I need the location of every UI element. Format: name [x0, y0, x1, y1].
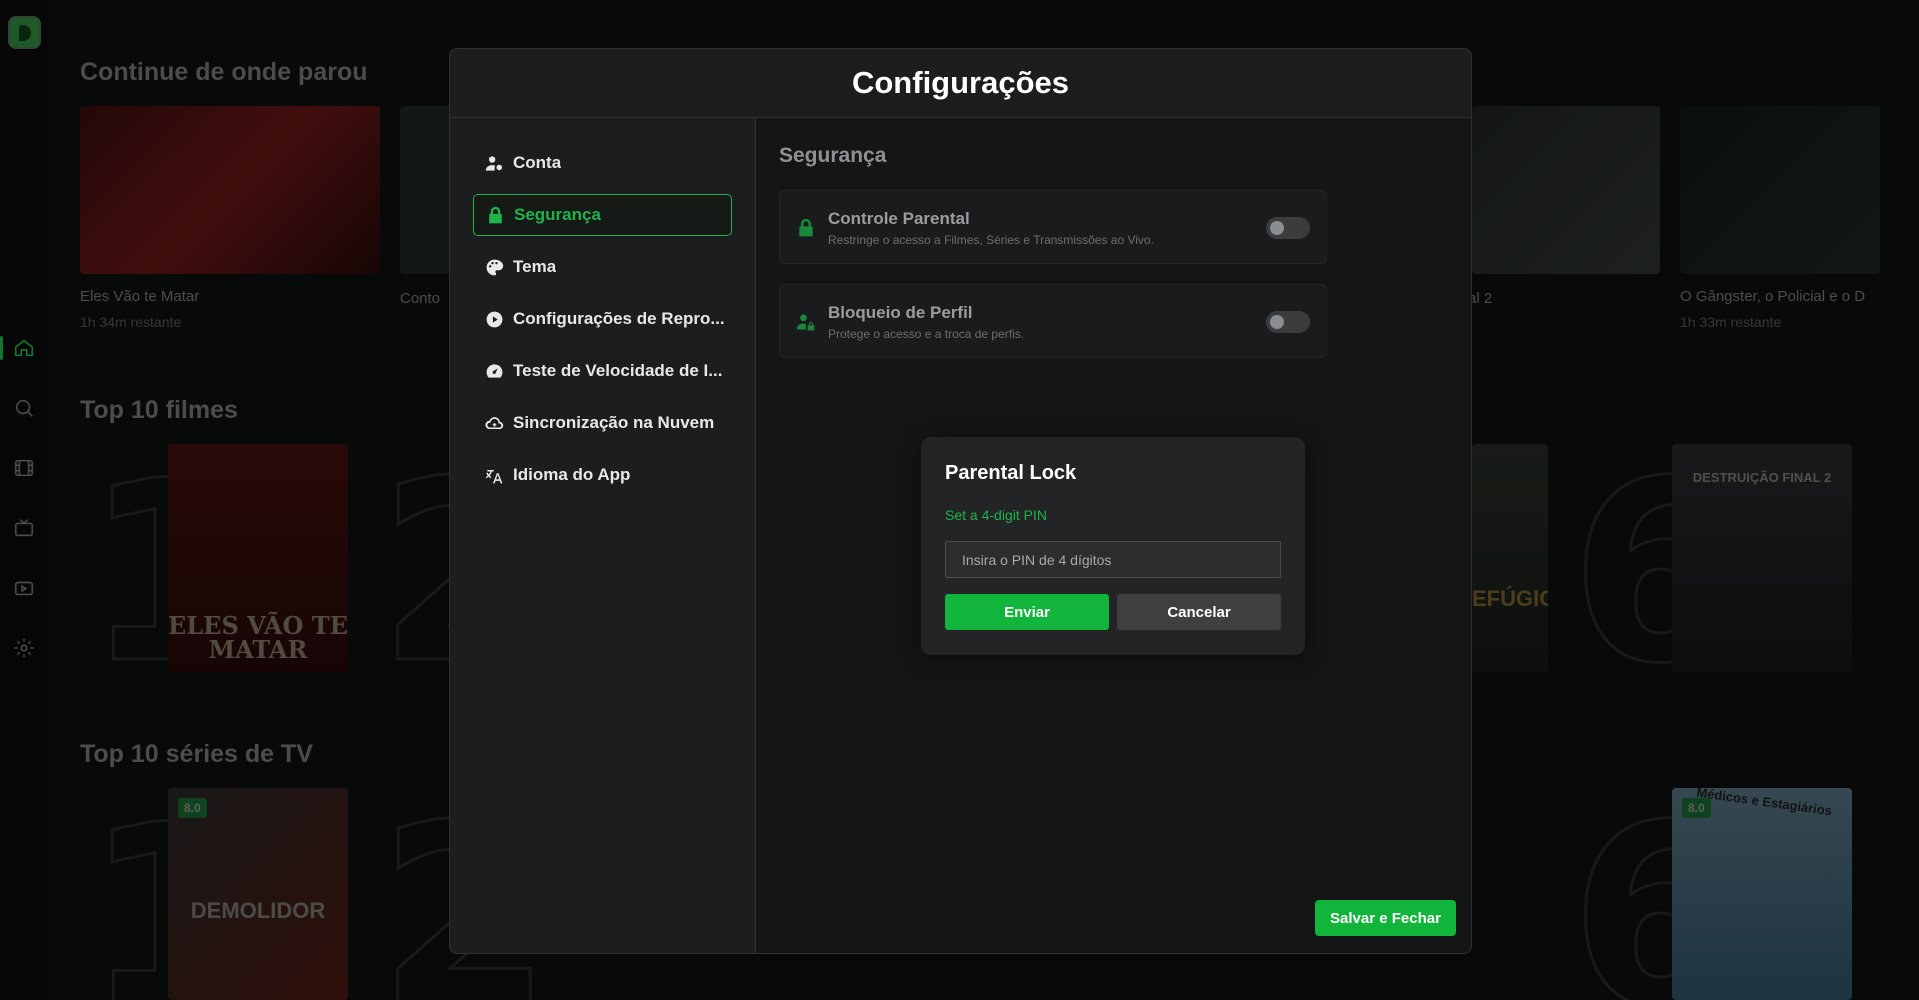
setting-description: Protege o acesso e a troca de perfis. [828, 327, 1025, 341]
translate-icon [485, 469, 503, 483]
sidebar-item-nuvem[interactable]: Sincronização na Nuvem [473, 402, 732, 444]
controle-parental-toggle[interactable] [1266, 217, 1310, 239]
sidebar-item-idioma[interactable]: Idioma do App [473, 454, 732, 496]
play-circle-icon [486, 311, 503, 327]
setting-title: Bloqueio de Perfil [828, 303, 973, 322]
sidebar-item-label: Segurança [514, 205, 601, 224]
sidebar-item-label: Tema [513, 257, 557, 276]
dialog-subtitle: Set a 4-digit PIN [945, 507, 1047, 523]
sidebar-item-label: Sincronização na Nuvem [513, 413, 715, 432]
sidebar-item-seguranca[interactable]: Segurança [473, 194, 732, 236]
cloud-sync-icon [485, 416, 504, 429]
palette-icon [486, 259, 504, 275]
setting-description: Restringe o acesso a Filmes, Séries e Tr… [828, 233, 1154, 247]
submit-button[interactable]: Enviar [945, 594, 1109, 630]
speedometer-icon [486, 363, 503, 378]
sidebar-item-label: Configurações de Repro... [513, 309, 725, 328]
content-title: Segurança [779, 144, 887, 167]
sidebar-item-reproducao[interactable]: Configurações de Repro... [473, 298, 732, 340]
lock-icon [799, 218, 813, 237]
parental-lock-dialog: Parental Lock Set a 4-digit PIN Enviar C… [921, 437, 1305, 655]
lock-icon [489, 206, 502, 223]
dialog-title: Parental Lock [945, 462, 1077, 484]
bloqueio-perfil-toggle[interactable] [1266, 311, 1310, 333]
sidebar-item-velocidade[interactable]: Teste de Velocidade de I... [473, 350, 732, 392]
save-and-close-button[interactable]: Salvar e Fechar [1315, 900, 1456, 936]
cancel-button[interactable]: Cancelar [1117, 594, 1281, 630]
sidebar-item-tema[interactable]: Tema [473, 246, 732, 288]
settings-sidebar: Conta Segurança Tema Configurações de Re… [450, 118, 756, 953]
setting-title: Controle Parental [828, 209, 970, 228]
sidebar-item-label: Conta [513, 153, 562, 172]
user-lock-icon [796, 314, 815, 331]
sidebar-item-label: Idioma do App [513, 465, 631, 484]
setting-bloqueio-perfil: Bloqueio de Perfil Protege o acesso e a … [779, 284, 1327, 358]
sidebar-item-label: Teste de Velocidade de I... [513, 361, 723, 380]
pin-input[interactable] [945, 541, 1281, 578]
sidebar-item-conta[interactable]: Conta [473, 142, 732, 184]
setting-controle-parental: Controle Parental Restringe o acesso a F… [779, 190, 1327, 264]
user-gear-icon [485, 155, 503, 171]
modal-title: Configurações [851, 65, 1070, 100]
modal-header: Configurações [450, 49, 1471, 118]
